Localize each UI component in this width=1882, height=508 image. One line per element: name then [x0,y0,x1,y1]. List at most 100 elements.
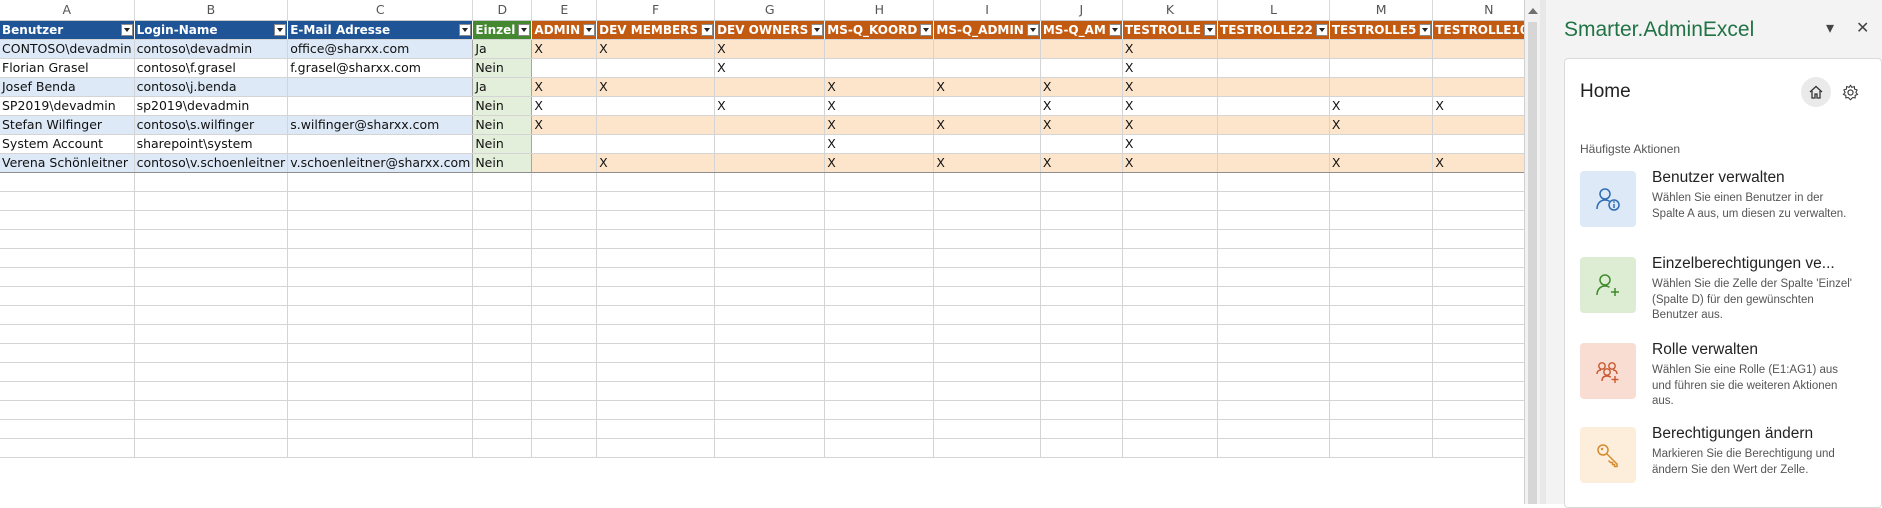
table-cell[interactable]: X [1122,115,1219,135]
header-cell[interactable]: MS-Q_KOORD [824,20,935,40]
table-cell[interactable] [714,438,826,458]
table-cell[interactable] [1432,267,1524,287]
table-cell[interactable] [472,305,533,325]
table-cell[interactable] [472,362,533,382]
table-cell[interactable] [596,229,716,249]
table-cell[interactable] [1122,286,1219,306]
table-cell[interactable]: X [1329,115,1434,135]
table-cell[interactable] [1329,172,1434,192]
table-cell[interactable] [933,267,1041,287]
table-cell[interactable] [1217,343,1330,363]
filter-dropdown-icon[interactable] [583,24,596,36]
column-letter-J[interactable]: J [1040,0,1123,21]
table-cell[interactable] [1217,305,1330,325]
table-cell[interactable] [714,172,826,192]
table-cell[interactable] [1432,248,1524,268]
action-benutzer-verwalten[interactable]: Benutzer verwalten Wählen Sie einen Benu… [1580,169,1870,239]
table-cell[interactable] [531,419,598,439]
table-cell[interactable] [933,400,1041,420]
table-cell[interactable] [134,400,289,420]
table-cell[interactable] [531,248,598,268]
table-cell[interactable]: Stefan Wilfinger [0,115,135,135]
header-cell[interactable]: MS-Q_ADMIN [933,20,1041,40]
filter-dropdown-icon[interactable] [459,24,472,36]
table-cell[interactable] [1217,96,1330,116]
table-cell[interactable] [1040,267,1123,287]
table-cell[interactable]: X [933,153,1041,173]
table-cell[interactable] [596,96,716,116]
table-cell[interactable] [472,267,533,287]
table-cell[interactable] [1329,229,1434,249]
column-letter-B[interactable]: B [134,0,289,21]
table-cell[interactable] [714,248,826,268]
table-cell[interactable] [0,248,135,268]
header-cell[interactable]: DEV OWNERS [714,20,826,40]
table-cell[interactable] [1122,191,1219,211]
table-cell[interactable] [596,324,716,344]
table-cell[interactable] [596,172,716,192]
table-cell[interactable] [1122,419,1219,439]
table-cell[interactable] [1040,58,1123,78]
table-cell[interactable] [596,438,716,458]
table-cell[interactable] [287,381,474,401]
table-cell[interactable] [287,362,474,382]
table-cell[interactable] [824,419,935,439]
table-cell[interactable] [1122,229,1219,249]
filter-dropdown-icon[interactable] [920,24,933,36]
table-cell[interactable] [596,267,716,287]
chevron-down-icon[interactable]: ▾ [1826,18,1834,38]
table-cell[interactable] [472,191,533,211]
table-cell[interactable]: Nein [472,115,533,135]
table-cell[interactable] [714,191,826,211]
table-cell[interactable] [0,286,135,306]
table-cell[interactable] [824,400,935,420]
filter-dropdown-icon[interactable] [1108,24,1121,36]
table-cell[interactable]: Ja [472,39,533,59]
table-cell[interactable]: X [824,96,935,116]
table-cell[interactable] [824,343,935,363]
table-cell[interactable] [933,172,1041,192]
table-cell[interactable] [714,134,826,154]
table-cell[interactable] [596,191,716,211]
table-cell[interactable]: X [531,39,598,59]
table-cell[interactable] [1329,134,1434,154]
filter-dropdown-icon[interactable] [1315,24,1328,36]
table-cell[interactable] [933,248,1041,268]
table-cell[interactable]: Josef Benda [0,77,135,97]
table-cell[interactable] [1432,210,1524,230]
table-cell[interactable] [933,96,1041,116]
table-cell[interactable] [824,286,935,306]
table-cell[interactable] [1432,419,1524,439]
filter-dropdown-icon[interactable] [274,24,287,36]
table-cell[interactable] [531,191,598,211]
table-cell[interactable] [596,400,716,420]
table-cell[interactable]: X [824,115,935,135]
table-cell[interactable]: X [714,58,826,78]
table-cell[interactable]: contoso\s.wilfinger [134,115,289,135]
table-cell[interactable] [1217,267,1330,287]
table-cell[interactable] [1217,153,1330,173]
table-cell[interactable] [287,400,474,420]
table-cell[interactable] [1432,381,1524,401]
table-cell[interactable] [287,343,474,363]
table-cell[interactable] [1040,419,1123,439]
table-cell[interactable]: X [1432,153,1524,173]
table-cell[interactable] [134,248,289,268]
table-cell[interactable] [472,248,533,268]
table-cell[interactable]: X [1122,153,1219,173]
table-cell[interactable] [472,381,533,401]
table-cell[interactable] [933,229,1041,249]
header-cell[interactable]: DEV MEMBERS [596,20,716,40]
table-cell[interactable] [596,58,716,78]
table-cell[interactable]: Verena Schönleitner [0,153,135,173]
table-cell[interactable] [933,362,1041,382]
table-cell[interactable] [287,286,474,306]
table-cell[interactable] [1432,191,1524,211]
table-cell[interactable] [0,400,135,420]
table-cell[interactable] [933,58,1041,78]
table-cell[interactable] [824,39,935,59]
table-cell[interactable] [1329,210,1434,230]
table-cell[interactable] [1040,210,1123,230]
table-cell[interactable] [1040,324,1123,344]
table-cell[interactable] [0,324,135,344]
